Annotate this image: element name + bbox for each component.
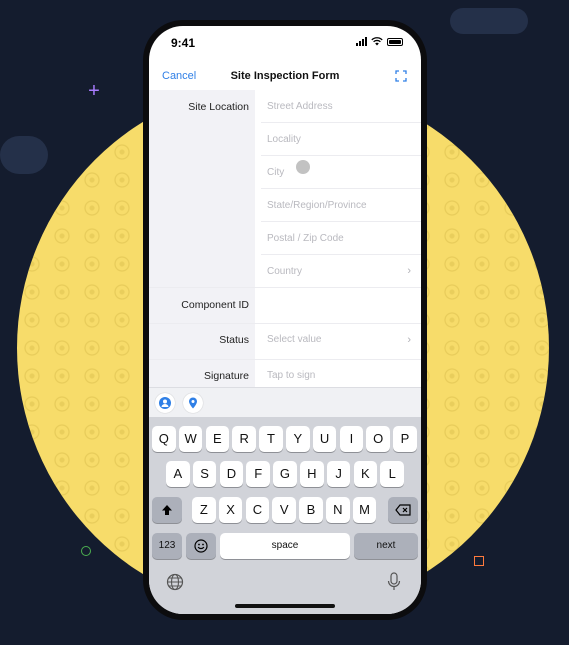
backspace-key[interactable] — [388, 497, 418, 523]
shift-icon — [162, 505, 172, 515]
key-l[interactable]: L — [380, 461, 404, 487]
square-decoration — [474, 556, 484, 566]
sparkle-icon: + — [88, 80, 100, 102]
key-c[interactable]: C — [245, 497, 270, 523]
divider — [261, 188, 421, 189]
space-key[interactable]: space — [220, 533, 350, 559]
globe-icon[interactable] — [166, 573, 184, 591]
next-key[interactable]: next — [354, 533, 418, 559]
numbers-key[interactable]: 123 — [152, 533, 182, 559]
divider — [261, 155, 421, 156]
location-button[interactable] — [183, 393, 203, 413]
cloud-decoration-left — [0, 136, 48, 174]
page-title: Site Inspection Form — [230, 70, 340, 82]
street-address-field[interactable]: Street Address — [267, 101, 333, 112]
navigation-bar: Cancel Site Inspection Form — [149, 64, 421, 91]
key-s[interactable]: S — [192, 461, 217, 487]
key-h[interactable]: H — [300, 461, 324, 487]
key-n[interactable]: N — [326, 497, 350, 523]
status-label: Status — [219, 334, 249, 346]
site-location-label: Site Location — [188, 101, 249, 113]
signature-field[interactable]: Tap to sign — [267, 370, 315, 381]
touch-indicator — [296, 160, 310, 174]
component-id-row[interactable]: Component ID — [149, 287, 421, 323]
key-y[interactable]: Y — [286, 426, 310, 452]
circle-decoration — [81, 546, 91, 556]
status-icons — [356, 37, 403, 46]
key-z[interactable]: Z — [192, 497, 216, 523]
contact-icon — [159, 397, 171, 409]
key-p[interactable]: P — [393, 426, 417, 452]
chevron-right-icon: › — [407, 334, 411, 346]
home-indicator — [235, 604, 335, 608]
country-field[interactable]: Country — [267, 266, 302, 277]
key-f[interactable]: F — [246, 461, 270, 487]
state-field[interactable]: State/Region/Province — [267, 200, 367, 211]
key-i[interactable]: I — [339, 426, 364, 452]
component-id-label: Component ID — [181, 299, 249, 311]
key-k[interactable]: K — [353, 461, 378, 487]
chevron-right-icon: › — [407, 265, 411, 277]
key-q[interactable]: Q — [152, 426, 176, 452]
locality-field[interactable]: Locality — [267, 134, 301, 145]
shift-key[interactable] — [152, 497, 182, 523]
contact-button[interactable] — [155, 393, 175, 413]
emoji-icon — [194, 539, 208, 553]
key-o[interactable]: O — [366, 426, 390, 452]
phone-screen: 9:41 Cancel Site Inspection Form Site Lo… — [149, 26, 421, 614]
city-field[interactable]: City — [267, 167, 284, 178]
expand-icon[interactable] — [395, 70, 407, 82]
emoji-key[interactable] — [186, 533, 216, 559]
key-b[interactable]: B — [299, 497, 323, 523]
cloud-decoration — [450, 8, 528, 34]
battery-icon — [387, 37, 403, 46]
key-v[interactable]: V — [272, 497, 296, 523]
key-r[interactable]: R — [232, 426, 256, 452]
key-a[interactable]: A — [166, 461, 190, 487]
status-time: 9:41 — [171, 36, 196, 50]
keyboard-accessory-bar — [149, 387, 421, 418]
signature-label: Signature — [204, 370, 249, 382]
key-x[interactable]: X — [218, 497, 243, 523]
divider — [261, 254, 421, 255]
key-d[interactable]: D — [219, 461, 244, 487]
key-t[interactable]: T — [259, 426, 283, 452]
microphone-icon[interactable] — [387, 572, 401, 592]
key-e[interactable]: E — [205, 426, 230, 452]
divider — [261, 221, 421, 222]
status-select[interactable]: Select value — [267, 334, 321, 345]
key-m[interactable]: M — [352, 497, 377, 523]
key-g[interactable]: G — [273, 461, 297, 487]
key-j[interactable]: J — [326, 461, 351, 487]
backspace-icon — [395, 504, 411, 516]
divider — [261, 122, 421, 123]
status-row[interactable]: Status Select value › — [149, 323, 421, 359]
signal-icon — [356, 37, 367, 46]
location-pin-icon — [189, 397, 197, 409]
status-bar: 9:41 — [149, 26, 421, 64]
inspection-form: Site Location Street Address Locality Ci… — [149, 90, 421, 387]
postal-code-field[interactable]: Postal / Zip Code — [267, 233, 344, 244]
phone-frame: 9:41 Cancel Site Inspection Form Site Lo… — [143, 20, 427, 620]
wifi-icon — [371, 37, 383, 46]
key-u[interactable]: U — [312, 426, 337, 452]
keyboard: QWERTYUIOP ASDFGHJKL ZXCVBNM 123 space n… — [149, 417, 421, 614]
key-w[interactable]: W — [178, 426, 203, 452]
signature-row[interactable]: Signature Tap to sign — [149, 359, 421, 387]
